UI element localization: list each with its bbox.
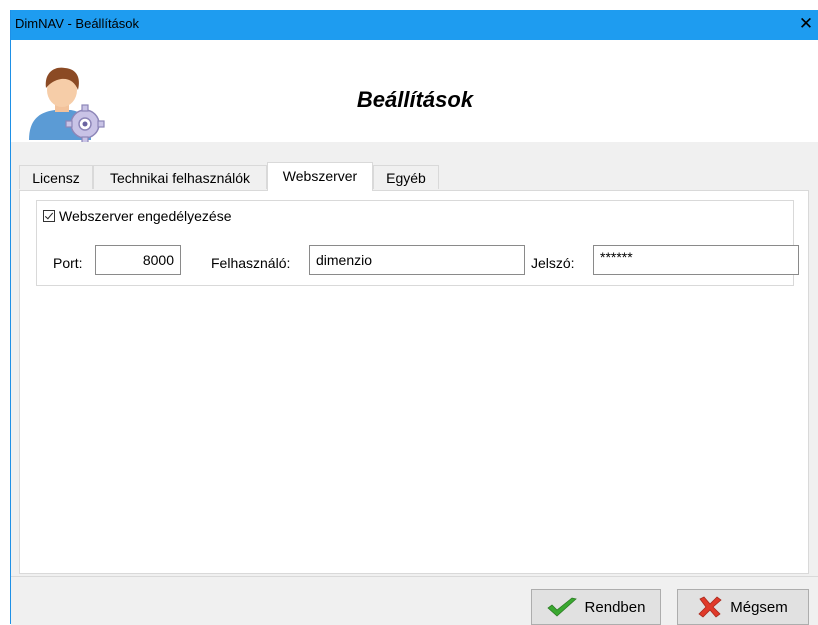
- webserver-enable-checkbox[interactable]: Webszerver engedélyezése: [43, 208, 232, 224]
- settings-window: DimNAV - Beállítások ✕ Beállítások Licen…: [10, 10, 818, 625]
- window-title: DimNAV - Beállítások: [15, 16, 140, 31]
- page-title: Beállítások: [356, 87, 474, 112]
- user-label: Felhasználó:: [211, 255, 291, 271]
- password-input[interactable]: ******: [593, 245, 799, 275]
- header-banner: Beállítások: [11, 40, 818, 144]
- checkmark-icon: [546, 597, 577, 617]
- ok-button-label: Rendben: [584, 598, 646, 616]
- port-label: Port:: [53, 255, 83, 271]
- webserver-group: Webszerver engedélyezése Port: 8000 Felh…: [36, 200, 799, 286]
- cancel-button-label: Mégsem: [730, 598, 788, 616]
- cross-icon: [698, 596, 722, 618]
- tab-egyeb[interactable]: Egyéb: [373, 165, 439, 189]
- checkbox-checked-icon[interactable]: [43, 210, 55, 222]
- ok-button[interactable]: Rendben: [531, 589, 661, 625]
- tab-technikai-felhasznalok[interactable]: Technikai felhasználók: [93, 165, 267, 189]
- webserver-enable-label: Webszerver engedélyezése: [59, 208, 232, 224]
- user-input[interactable]: dimenzio: [309, 245, 525, 275]
- settings-body: Licensz Technikai felhasználók Webszerve…: [11, 142, 818, 576]
- password-label: Jelszó:: [531, 255, 575, 271]
- title-bar[interactable]: DimNAV - Beállítások ✕: [11, 10, 818, 40]
- tab-licensz[interactable]: Licensz: [19, 165, 93, 189]
- close-icon[interactable]: ✕: [797, 14, 815, 34]
- cancel-button[interactable]: Mégsem: [677, 589, 809, 625]
- port-input[interactable]: 8000: [95, 245, 181, 275]
- dialog-footer: Rendben Mégsem: [11, 576, 818, 625]
- webserver-tab-page: Webszerver engedélyezése Port: 8000 Felh…: [19, 190, 809, 574]
- tab-webszerver[interactable]: Webszerver: [267, 162, 373, 191]
